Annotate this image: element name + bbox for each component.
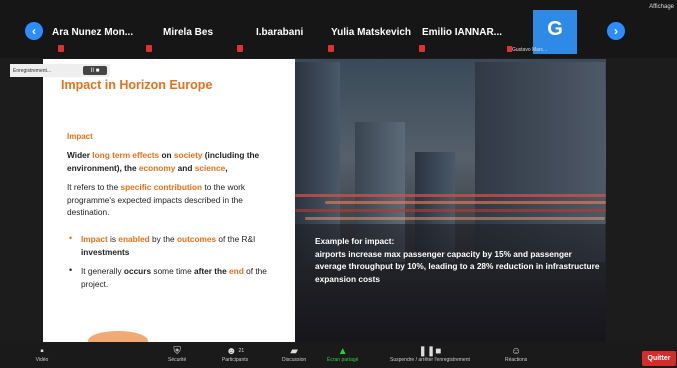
shared-slide: Impact in Horizon Europe Impact Wider lo… bbox=[43, 59, 606, 342]
participant-tile[interactable]: Yulia Matskevich bbox=[328, 10, 413, 54]
participant-name: Emilio IANNAR... bbox=[422, 27, 503, 38]
zoom-window: ‹ Ara Nunez Mon... Mirela Bes I.barabani… bbox=[0, 0, 677, 368]
share-screen-icon: ▲ bbox=[337, 345, 348, 357]
mic-muted-icon bbox=[328, 45, 334, 52]
light-streak bbox=[325, 201, 606, 204]
next-page-button[interactable]: › bbox=[607, 22, 625, 40]
shield-icon: ⛨ bbox=[173, 345, 181, 357]
decorative-shape bbox=[88, 331, 148, 342]
pause-stop-icon: ❚❚■ bbox=[418, 345, 442, 357]
recording-indicator: Enregistrement... II ■ bbox=[10, 64, 110, 77]
mic-muted-icon bbox=[419, 45, 425, 52]
share-screen-button[interactable]: ▲ Écran partagé bbox=[327, 345, 358, 364]
view-button[interactable]: Affichage bbox=[649, 4, 674, 10]
slide-text-panel: Impact in Horizon Europe Impact Wider lo… bbox=[43, 59, 295, 342]
light-streak bbox=[295, 209, 606, 212]
participant-tile[interactable]: Mirela Bes bbox=[146, 10, 243, 54]
slide-bullet: Impact is enabled by the outcomes of the… bbox=[81, 234, 256, 257]
reactions-button[interactable]: ☺ Réactions bbox=[505, 345, 527, 364]
record-controls-button[interactable]: ❚❚■ Suspendre / arrêter l'enregistrement bbox=[390, 345, 470, 364]
bullet-icon: • bbox=[69, 233, 73, 243]
light-streak bbox=[305, 217, 605, 220]
participant-tile[interactable]: I.barabani bbox=[237, 10, 326, 54]
camera-icon: ▪ bbox=[40, 345, 44, 357]
video-button[interactable]: ▪ Vidéo bbox=[35, 345, 49, 364]
mic-muted-icon bbox=[146, 45, 152, 52]
participant-strip: ‹ Ara Nunez Mon... Mirela Bes I.barabani… bbox=[0, 0, 677, 58]
participant-tile[interactable]: Emilio IANNAR... bbox=[419, 10, 507, 54]
meeting-toolbar: ▪ Vidéo ⛨ Sécurité ☻ 21 Participants ▰ Di… bbox=[0, 343, 677, 368]
slide-bullet: It generally occurs some time after the … bbox=[81, 266, 267, 289]
mic-muted-icon bbox=[58, 45, 64, 52]
participant-name: Gustavo Marc... bbox=[512, 47, 548, 53]
slide-heading: Impact bbox=[67, 132, 93, 141]
city-photo: Example for impact: airports increase ma… bbox=[295, 59, 606, 342]
recording-controls[interactable]: II ■ bbox=[83, 66, 107, 75]
mic-muted-icon bbox=[237, 45, 243, 52]
leave-button[interactable]: Quitter bbox=[642, 351, 676, 366]
participants-button[interactable]: ☻ 21 Participants bbox=[222, 345, 248, 364]
example-text: Example for impact: airports increase ma… bbox=[315, 236, 600, 284]
smiley-icon: ☺ bbox=[511, 345, 522, 357]
participant-tile[interactable]: Ara Nunez Mon... bbox=[52, 10, 147, 54]
participant-name: Yulia Matskevich bbox=[331, 27, 412, 38]
bullet-icon: • bbox=[69, 265, 73, 275]
light-streak bbox=[295, 194, 606, 197]
slide-title: Impact in Horizon Europe bbox=[61, 78, 213, 92]
participant-name: I.barabani bbox=[256, 27, 304, 38]
chevron-right-icon: › bbox=[614, 24, 618, 38]
prev-page-button[interactable]: ‹ bbox=[25, 22, 43, 40]
slide-paragraph: It refers to the specific contribution t… bbox=[67, 182, 245, 217]
participant-name: Mirela Bes bbox=[163, 27, 214, 38]
chat-button[interactable]: ▰ Discussion bbox=[282, 345, 306, 364]
participant-name: Ara Nunez Mon... bbox=[52, 27, 134, 38]
people-icon: ☻ 21 bbox=[226, 345, 245, 357]
security-button[interactable]: ⛨ Sécurité bbox=[168, 345, 186, 364]
chat-icon: ▰ bbox=[290, 345, 298, 357]
chevron-left-icon: ‹ bbox=[32, 24, 36, 38]
slide-paragraph: Wider long term effects on society (incl… bbox=[67, 150, 260, 173]
